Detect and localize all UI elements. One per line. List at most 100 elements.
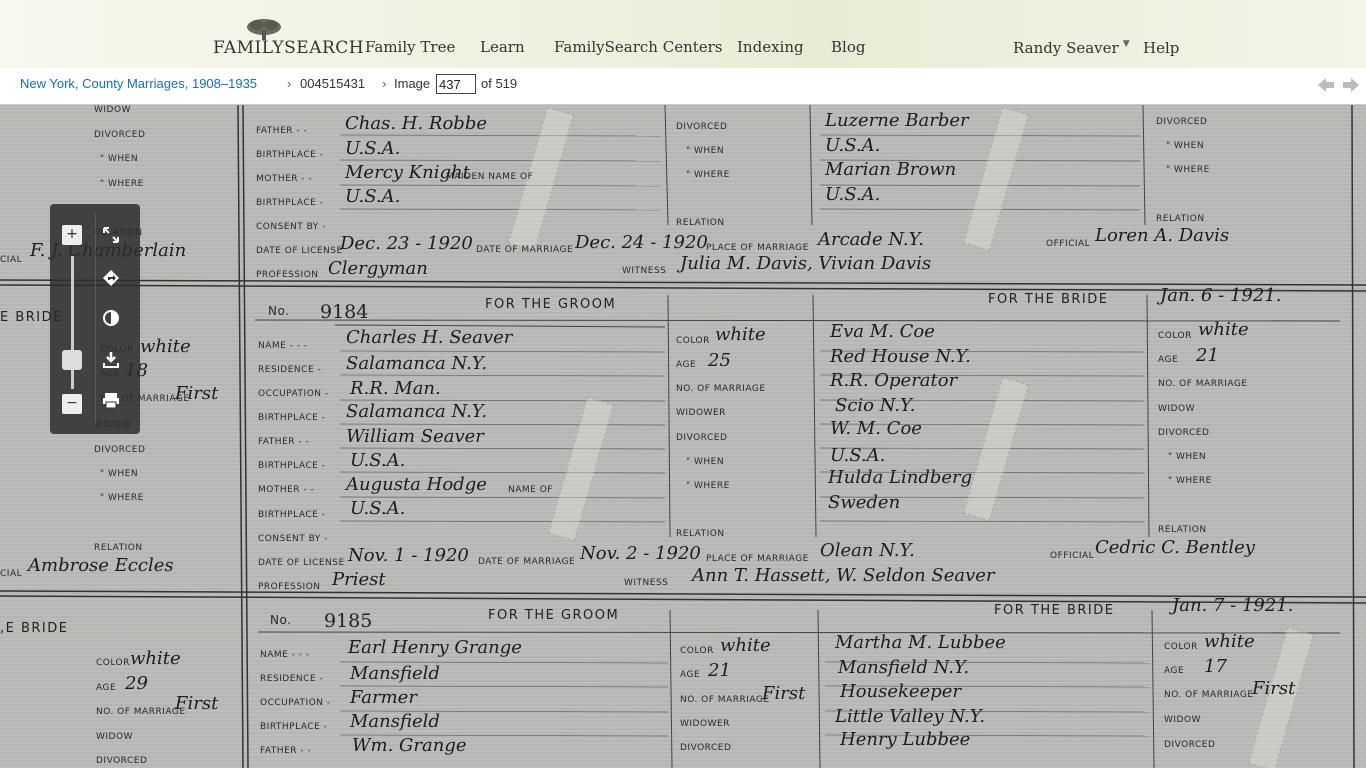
- user-menu[interactable]: Randy Seaver ▼: [1013, 39, 1130, 57]
- form-label: CIAL: [0, 255, 23, 265]
- form-label: " WHERE: [100, 493, 144, 503]
- print-icon[interactable]: [101, 390, 121, 410]
- form-label: AGE: [96, 683, 117, 693]
- form-label: FATHER - -: [258, 437, 310, 447]
- handwritten-entry: U.S.A.: [350, 498, 406, 519]
- nav-learn[interactable]: Learn: [480, 38, 525, 56]
- form-label: CONSENT BY -: [256, 222, 326, 232]
- fullscreen-icon[interactable]: [101, 225, 121, 245]
- next-image-icon[interactable]: [1343, 78, 1359, 92]
- form-label: " WHEN: [686, 457, 725, 467]
- form-label: " WHERE: [1168, 476, 1212, 486]
- nav-familysearch-centers[interactable]: FamilySearch Centers: [554, 38, 723, 56]
- handwritten-entry: 29: [125, 673, 148, 694]
- zoom-out-button[interactable]: −: [62, 394, 82, 414]
- handwritten-entry: 25: [708, 350, 731, 371]
- previous-image-icon[interactable]: [1318, 78, 1334, 92]
- image-number-input[interactable]: [436, 74, 476, 94]
- familysearch-logo[interactable]: FAMILYSEARCH: [213, 18, 364, 58]
- handwritten-entry: 17: [1204, 656, 1227, 677]
- handwritten-entry: Nov. 1 - 1920: [348, 545, 469, 566]
- form-label: WIDOW: [96, 732, 133, 742]
- handwritten-entry: Little Valley N.Y.: [835, 706, 986, 727]
- form-label: OCCUPATION -: [258, 389, 329, 399]
- form-label: " WHERE: [686, 170, 730, 180]
- handwritten-entry: U.S.A.: [825, 135, 881, 156]
- logo-text: FAMILYSEARCH: [213, 38, 365, 58]
- form-label: NO. OF MARRIAGE: [676, 384, 766, 394]
- form-label: BIRTHPLACE -: [256, 150, 324, 160]
- nav-family-tree[interactable]: Family Tree: [365, 38, 455, 56]
- form-label: DIVORCED: [1164, 740, 1216, 750]
- invert-contrast-icon[interactable]: [101, 308, 121, 328]
- handwritten-entry: Jan. 6 - 1921.: [1160, 285, 1282, 306]
- nav-help[interactable]: Help: [1143, 39, 1179, 57]
- handwritten-entry: R.R. Man.: [350, 378, 441, 399]
- handwritten-entry: white: [130, 648, 181, 669]
- form-label: COLOR: [680, 646, 714, 656]
- form-label: WIDOWER: [680, 719, 730, 729]
- form-label: WITNESS: [622, 266, 667, 276]
- handwritten-entry: Eva M. Coe: [830, 321, 935, 342]
- handwritten-entry: Nov. 2 - 1920: [580, 543, 701, 564]
- handwritten-entry: Luzerne Barber: [825, 110, 969, 131]
- handwritten-entry: U.S.A.: [830, 445, 886, 466]
- handwritten-entry: Charles H. Seaver: [346, 327, 513, 348]
- form-label: " WHEN: [686, 146, 725, 156]
- panel-divider: [95, 214, 96, 424]
- form-label: AGE: [676, 360, 697, 370]
- form-label: MOTHER - -: [258, 485, 315, 495]
- nav-indexing[interactable]: Indexing: [737, 38, 804, 56]
- handwritten-entry: Ambrose Eccles: [28, 555, 174, 576]
- caret-down-icon: ▼: [1122, 39, 1130, 49]
- zoom-in-button[interactable]: +: [62, 225, 82, 245]
- handwritten-entry: Mansfield: [350, 663, 440, 684]
- form-label: RESIDENCE -: [258, 365, 322, 375]
- form-label: COLOR: [96, 658, 130, 668]
- handwritten-entry: Cedric C. Bentley: [1095, 537, 1255, 558]
- rotate-icon[interactable]: [101, 268, 121, 288]
- handwritten-entry: Mansfield: [350, 711, 440, 732]
- handwritten-entry: Housekeeper: [840, 681, 962, 702]
- top-navigation-bar: FAMILYSEARCH Family Tree Learn FamilySea…: [0, 0, 1366, 68]
- form-heading: FOR THE GROOM: [485, 297, 617, 312]
- handwritten-entry: Julia M. Davis, Vivian Davis: [680, 253, 932, 274]
- form-label: NAME OF: [508, 485, 553, 495]
- handwritten-entry: Jan. 7 - 1921.: [1172, 595, 1294, 616]
- handwritten-entry: Dec. 23 - 1920: [340, 233, 473, 254]
- form-label: No.: [268, 304, 290, 318]
- handwritten-entry: Augusta Hodge: [346, 474, 487, 495]
- handwritten-entry: Farmer: [350, 687, 417, 708]
- handwritten-entry: Red House N.Y.: [830, 346, 971, 367]
- handwritten-entry: Olean N.Y.: [820, 540, 915, 561]
- form-label: DATE OF LICENSE: [258, 558, 345, 568]
- image-label: Image: [394, 76, 431, 91]
- form-label: BIRTHPLACE -: [258, 461, 326, 471]
- handwritten-entry: U.S.A.: [825, 184, 881, 205]
- form-label: DATE OF MARRIAGE: [476, 245, 574, 255]
- form-label: WIDOWER: [676, 408, 726, 418]
- form-label: No.: [270, 613, 292, 627]
- zoom-slider-handle[interactable]: [62, 350, 82, 370]
- record-image-viewer[interactable]: WIDOW DIVORCED " WHEN " WHERE RELATION C…: [0, 105, 1366, 768]
- breadcrumb-separator: ›: [287, 76, 292, 91]
- form-label: PROFESSION: [256, 270, 319, 280]
- handwritten-entry: Wm. Grange: [352, 735, 467, 756]
- form-label: NO. OF MARRIAGE: [96, 707, 186, 717]
- form-label: FATHER - -: [260, 746, 312, 756]
- nav-blog[interactable]: Blog: [831, 38, 865, 56]
- form-label: RELATION: [94, 543, 143, 553]
- form-heading: FOR THE BRIDE: [994, 603, 1115, 618]
- handwritten-entry: white: [1204, 631, 1255, 652]
- form-label: DIVORCED: [96, 756, 148, 766]
- form-label: RELATION: [676, 218, 725, 228]
- collection-link[interactable]: New York, County Marriages, 1908–1935: [20, 76, 257, 91]
- handwritten-entry: white: [720, 635, 771, 656]
- download-icon[interactable]: [101, 350, 121, 370]
- form-label: BIRTHPLACE -: [260, 722, 328, 732]
- handwritten-entry: Martha M. Lubbee: [835, 632, 1006, 653]
- form-label: MAIDEN NAME OF: [446, 172, 534, 182]
- form-label: PLACE OF MARRIAGE: [706, 243, 809, 253]
- handwritten-entry: Hulda Lindberg: [828, 467, 973, 488]
- form-label: COLOR: [676, 336, 710, 346]
